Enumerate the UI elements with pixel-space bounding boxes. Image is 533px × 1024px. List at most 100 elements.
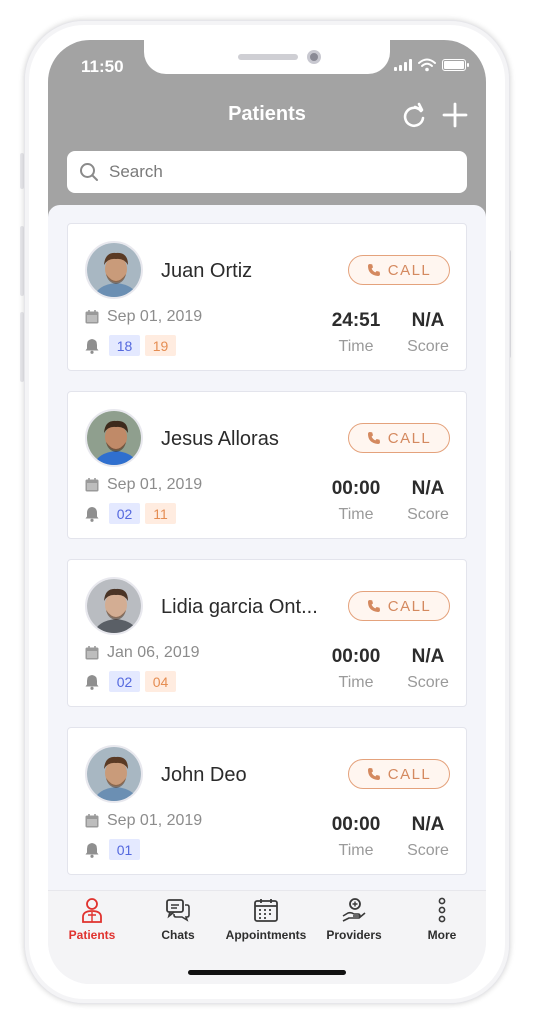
speaker: [238, 54, 298, 60]
home-indicator: [188, 970, 346, 975]
app-screen: 11:50 Patients Search Juan Ortiz CALL Se…: [48, 40, 486, 984]
notification-count-badge: 02: [109, 503, 140, 524]
call-time-value: 00:00: [331, 814, 381, 835]
call-time-label: Time: [338, 338, 374, 355]
calendar-icon: [85, 646, 99, 660]
patient-card[interactable]: John Deo CALL Sep 01, 2019 01 00:00 Time…: [67, 727, 467, 875]
signal-icon: [394, 59, 412, 71]
status-time: 11:50: [81, 57, 124, 76]
call-time-metric: 00:00 Time: [322, 646, 390, 692]
bell-icon: [85, 338, 99, 354]
call-time-value: 00:00: [331, 478, 381, 499]
call-button[interactable]: CALL: [348, 591, 450, 621]
call-time-value: 00:00: [331, 646, 381, 667]
refresh-icon: [403, 102, 425, 128]
alert-count-badge: 11: [145, 503, 176, 524]
patient-name: Lidia garcia Ont...: [161, 596, 318, 618]
score-metric: N/A Score: [402, 814, 454, 860]
call-time-metric: 00:00 Time: [322, 814, 390, 860]
add-patient-button[interactable]: [440, 100, 470, 130]
plus-icon: [442, 102, 468, 128]
patient-name: Juan Ortiz: [161, 260, 253, 282]
appointment-date-row: Sep 01, 2019: [85, 308, 202, 326]
call-time-metric: 00:00 Time: [322, 478, 390, 524]
score-metric: N/A Score: [402, 310, 454, 356]
score-value: N/A: [411, 310, 445, 331]
phone-icon: [367, 768, 380, 780]
score-label: Score: [407, 842, 449, 859]
tab-label: Patients: [68, 928, 116, 942]
patient-name: Jesus Alloras: [161, 428, 279, 450]
tab-patients[interactable]: Patients: [50, 897, 134, 942]
appointment-date-row: Sep 01, 2019: [85, 476, 202, 494]
alert-count-badge: 19: [145, 335, 176, 356]
call-label: CALL: [387, 597, 432, 615]
refresh-button[interactable]: [400, 102, 428, 130]
tab-label: Appointments: [225, 928, 307, 942]
patient-card[interactable]: Juan Ortiz CALL Sep 01, 2019 18 19 24:51…: [67, 223, 467, 371]
phone-icon: [367, 600, 380, 612]
appointment-date: Sep 01, 2019: [107, 812, 203, 829]
tab-label: More: [427, 928, 457, 942]
call-button[interactable]: CALL: [348, 423, 450, 453]
tab-more[interactable]: More: [400, 897, 484, 942]
patient-icon: [82, 898, 102, 923]
chat-icon: [166, 899, 190, 922]
avatar: [85, 745, 143, 803]
search-icon: [80, 163, 98, 181]
tab-appointments[interactable]: Appointments: [224, 897, 308, 942]
score-label: Score: [407, 506, 449, 523]
badge-row: 18 19: [85, 335, 176, 356]
score-metric: N/A Score: [402, 478, 454, 524]
search-bar: [67, 151, 467, 193]
notification-count-badge: 01: [109, 839, 140, 860]
header: 11:50 Patients: [48, 40, 486, 225]
patient-card[interactable]: Lidia garcia Ont... CALL Jan 06, 2019 02…: [67, 559, 467, 707]
avatar: [85, 241, 143, 299]
notification-count-badge: 02: [109, 671, 140, 692]
patient-list: Juan Ortiz CALL Sep 01, 2019 18 19 24:51…: [48, 205, 486, 895]
badge-row: 02 04: [85, 671, 176, 692]
bell-icon: [85, 842, 99, 858]
bell-icon: [85, 674, 99, 690]
status-icons: [394, 58, 469, 72]
tab-chats[interactable]: Chats: [136, 897, 220, 942]
appointment-date-row: Sep 01, 2019: [85, 812, 202, 830]
camera: [307, 50, 321, 64]
call-time-label: Time: [338, 842, 374, 859]
appointment-date: Jan 06, 2019: [107, 644, 200, 661]
provider-icon: [342, 898, 366, 922]
patient-card[interactable]: Jesus Alloras CALL Sep 01, 2019 02 11 00…: [67, 391, 467, 539]
tab-providers[interactable]: Providers: [312, 897, 396, 942]
score-value: N/A: [411, 814, 445, 835]
patient-name: John Deo: [161, 764, 247, 786]
calendar-icon: [85, 478, 99, 492]
call-label: CALL: [387, 261, 432, 279]
badge-row: 02 11: [85, 503, 176, 524]
avatar: [85, 577, 143, 635]
more-icon: [438, 897, 446, 923]
call-time-label: Time: [338, 674, 374, 691]
wifi-icon: [418, 58, 436, 72]
call-label: CALL: [387, 429, 432, 447]
bottom-tab-bar: Patients Chats Appointments Providers Mo…: [48, 890, 486, 984]
battery-icon: [442, 59, 469, 71]
calendar-icon: [85, 814, 99, 828]
tab-label: Chats: [161, 928, 195, 942]
search-input[interactable]: [109, 162, 429, 182]
calendar-icon: [85, 310, 99, 324]
score-metric: N/A Score: [402, 646, 454, 692]
call-button[interactable]: CALL: [348, 255, 450, 285]
tab-label: Providers: [326, 928, 382, 942]
score-label: Score: [407, 674, 449, 691]
call-button[interactable]: CALL: [348, 759, 450, 789]
appointment-date: Sep 01, 2019: [107, 308, 203, 325]
call-label: CALL: [387, 765, 432, 783]
score-label: Score: [407, 338, 449, 355]
appointment-date-row: Jan 06, 2019: [85, 644, 200, 662]
phone-icon: [367, 432, 380, 444]
phone-icon: [367, 264, 380, 276]
call-time-metric: 24:51 Time: [322, 310, 390, 356]
call-time-value: 24:51: [331, 310, 381, 331]
call-time-label: Time: [338, 506, 374, 523]
